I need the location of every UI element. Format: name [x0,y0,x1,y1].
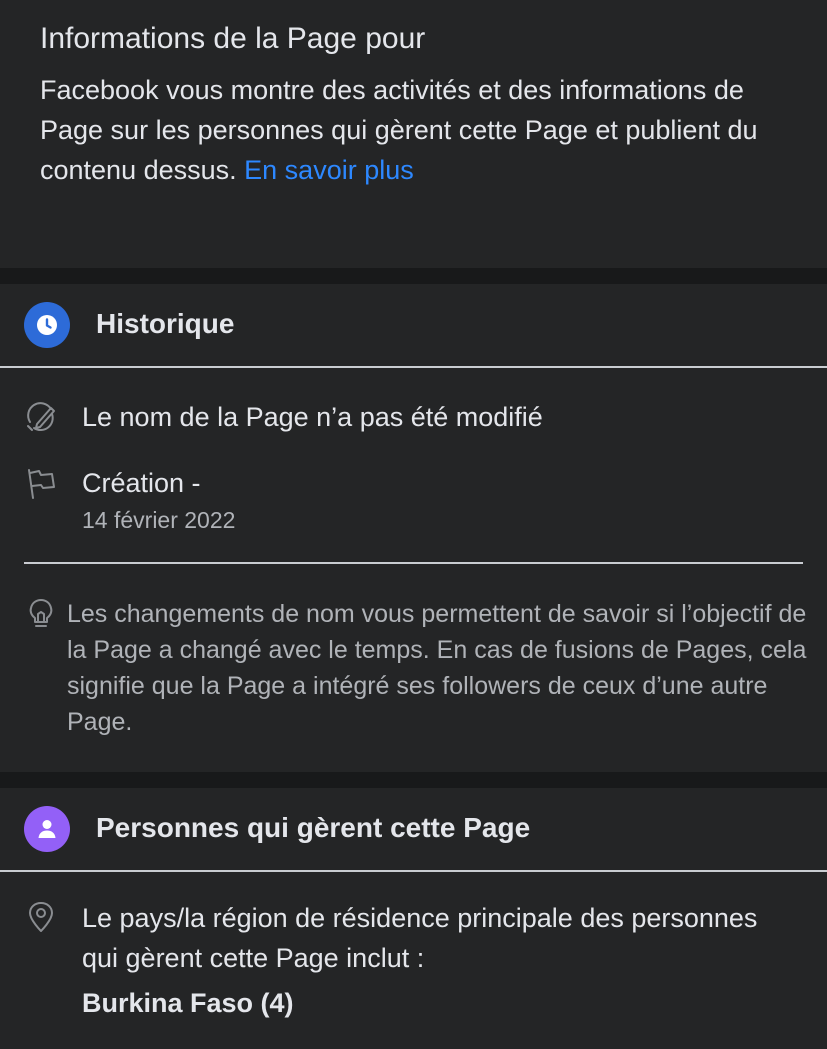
edit-pencil-icon [24,400,58,434]
location-pin-icon [24,900,58,934]
managers-card: Personnes qui gèrent cette Page Le pays/… [0,788,827,1049]
history-header: Historique [0,284,827,368]
page-transparency-screen: Informations de la Page pour Facebook vo… [0,0,827,1049]
clock-icon [24,302,70,348]
name-change-tip: Les changements de nom vous permettent d… [67,600,807,736]
creation-date: 14 février 2022 [82,507,236,533]
history-divider [24,562,803,564]
managers-header: Personnes qui gèrent cette Page [0,788,827,872]
residence-text: Le pays/la région de résidence principal… [82,903,758,973]
page-info-card: Informations de la Page pour Facebook vo… [0,0,827,268]
creation-label: Création - [82,468,201,498]
history-title: Historique [96,308,235,339]
history-card: Historique Le nom de la Page n’a pas été… [0,284,827,772]
name-change-status: Le nom de la Page n’a pas été modifié [82,402,543,432]
country-count: Burkina Faso (4) [82,988,294,1018]
lightbulb-icon [24,596,58,630]
learn-more-link[interactable]: En savoir plus [244,155,414,185]
flag-icon [24,467,58,501]
page-info-description: Facebook vous montre des activités et de… [40,70,780,190]
page-info-title: Informations de la Page pour [40,22,426,55]
person-icon [24,806,70,852]
managers-title: Personnes qui gèrent cette Page [96,812,531,843]
